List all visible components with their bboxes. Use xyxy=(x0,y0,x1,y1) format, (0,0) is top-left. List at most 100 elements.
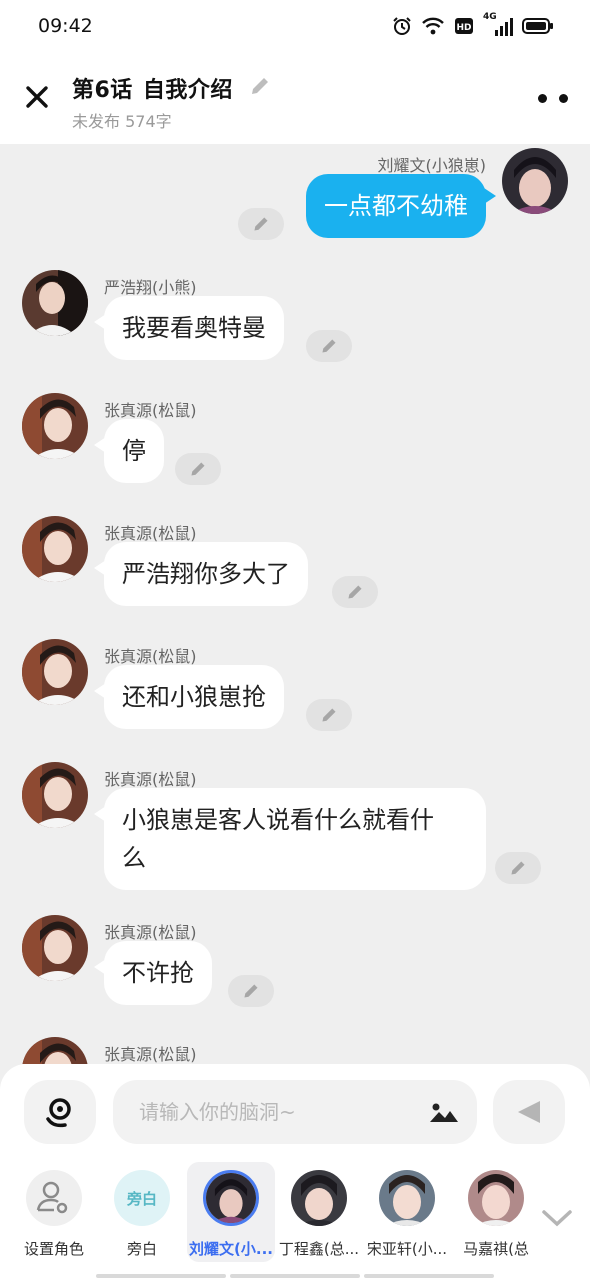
image-icon xyxy=(430,1103,458,1122)
edit-message-button[interactable] xyxy=(332,576,378,608)
portrait-image xyxy=(22,639,88,705)
portrait-image xyxy=(22,270,88,336)
chat-message: 张真源(松鼠) 小狼崽是客人说看什么就看什 么 xyxy=(0,762,590,912)
pencil-icon xyxy=(251,78,268,94)
edit-message-button[interactable] xyxy=(228,975,274,1007)
avatar[interactable] xyxy=(22,393,88,459)
portrait-image xyxy=(22,1037,88,1064)
image-button[interactable] xyxy=(428,1100,460,1124)
portrait-image xyxy=(291,1170,347,1226)
role-selector: 设置角色 旁白 旁白 刘耀文(小... 丁程鑫(总... 宋亚轩(小... 马嘉… xyxy=(0,1162,590,1272)
avatar[interactable] xyxy=(22,915,88,981)
portrait-image xyxy=(206,1173,256,1223)
scroll-segment xyxy=(96,1274,226,1278)
portrait-image xyxy=(379,1170,435,1226)
hd-icon: HD xyxy=(455,18,473,34)
portrait-image xyxy=(468,1170,524,1226)
avatar[interactable] xyxy=(502,148,568,214)
edit-message-button[interactable] xyxy=(175,453,221,485)
avatar[interactable] xyxy=(22,639,88,705)
avatar[interactable] xyxy=(22,1037,88,1064)
portrait-image xyxy=(502,148,568,214)
role-item-narrator[interactable]: 旁白 旁白 xyxy=(98,1162,186,1262)
avatar[interactable] xyxy=(22,270,88,336)
role-avatar xyxy=(26,1170,82,1226)
message-text: 我要看奥特曼 xyxy=(122,314,266,342)
pencil-icon xyxy=(348,585,362,599)
role-label: 刘耀文(小... xyxy=(189,1240,273,1258)
role-label: 宋亚轩(小... xyxy=(366,1240,448,1258)
title-row: 第6话 自我介绍 xyxy=(72,72,271,104)
message-bubble[interactable]: 还和小狼崽抢 xyxy=(94,665,284,729)
avatar[interactable] xyxy=(22,516,88,582)
speaker-name: 张真源(松鼠) xyxy=(104,923,197,942)
signal-4g-icon: 4G xyxy=(483,12,513,36)
pencil-icon xyxy=(254,217,268,231)
edit-message-button[interactable] xyxy=(495,852,541,884)
message-bubble[interactable]: 我要看奥特曼 xyxy=(94,296,284,360)
role-item-liu-yaowen[interactable]: 刘耀文(小... xyxy=(187,1162,275,1262)
message-bubble[interactable]: 严浩翔你多大了 xyxy=(94,542,308,606)
role-label: 旁白 xyxy=(126,1240,157,1258)
chevron-down-icon xyxy=(542,1210,572,1227)
wifi-icon xyxy=(422,17,444,35)
alarm-icon xyxy=(393,17,411,35)
more-dot-icon xyxy=(559,93,568,103)
role-label: 马嘉祺(总 xyxy=(463,1240,529,1258)
svg-text:HD: HD xyxy=(456,23,471,33)
message-bubble[interactable]: 停 xyxy=(94,419,164,483)
message-text: 一点都不幼稚 xyxy=(324,192,468,220)
status-bar: 09:42 HD 4G xyxy=(0,0,590,52)
more-options-button[interactable] xyxy=(538,88,568,108)
person-settings-icon xyxy=(36,1181,68,1214)
message-text: 严浩翔你多大了 xyxy=(122,560,290,588)
pencil-icon xyxy=(322,708,336,722)
role-item-ding-chengxin[interactable]: 丁程鑫(总... xyxy=(275,1162,363,1262)
scroll-segment xyxy=(364,1274,494,1278)
edit-message-button[interactable] xyxy=(306,699,352,731)
episode-status: 未发布 574字 xyxy=(72,112,172,131)
chat-message: 张真源(松鼠) 还和小狼崽抢 xyxy=(0,639,590,749)
network-type-label: 4G xyxy=(483,12,497,22)
status-time: 09:42 xyxy=(38,15,93,37)
edit-message-button[interactable] xyxy=(306,330,352,362)
role-scrollbar[interactable] xyxy=(96,1274,494,1280)
avatar[interactable] xyxy=(22,762,88,828)
message-text: 还和小狼崽抢 xyxy=(122,683,266,711)
speaker-name: 张真源(松鼠) xyxy=(104,1045,197,1064)
message-bubble[interactable]: 不许抢 xyxy=(94,941,212,1005)
chat-area[interactable]: 刘耀文(小狼崽) 一点都不幼稚 严浩翔(小熊) 我要看奥特曼 张真源(松鼠) 停 xyxy=(0,144,590,1064)
chat-message: 张真源(松鼠) xyxy=(0,1037,590,1064)
message-text: 停 xyxy=(122,437,146,465)
composer-panel: 设置角色 旁白 旁白 刘耀文(小... 丁程鑫(总... 宋亚轩(小... xyxy=(0,1064,590,1280)
role-avatar xyxy=(203,1170,259,1226)
pencil-icon xyxy=(244,984,258,998)
close-button[interactable] xyxy=(20,80,54,114)
collapse-roles-button[interactable] xyxy=(540,1206,574,1230)
voice-input-button[interactable] xyxy=(24,1080,96,1144)
role-item-settings[interactable]: 设置角色 xyxy=(10,1162,98,1262)
pencil-icon xyxy=(511,861,525,875)
role-avatar xyxy=(468,1170,524,1226)
chat-message: 刘耀文(小狼崽) 一点都不幼稚 xyxy=(0,144,590,254)
role-avatar xyxy=(291,1170,347,1226)
episode-title: 自我介绍 xyxy=(142,78,233,103)
speaker-name: 张真源(松鼠) xyxy=(104,647,197,666)
story-input[interactable] xyxy=(113,1080,477,1144)
status-icons: HD 4G xyxy=(392,12,554,36)
send-button[interactable] xyxy=(493,1080,565,1144)
message-bubble[interactable]: 小狼崽是客人说看什么就看什 么 xyxy=(94,788,486,890)
pencil-icon xyxy=(322,339,336,353)
edit-message-button[interactable] xyxy=(238,208,284,240)
close-icon xyxy=(26,86,48,108)
message-bubble[interactable]: 一点都不幼稚 xyxy=(306,174,496,238)
message-text: 么 xyxy=(122,844,146,872)
role-item-ma-jiaqi[interactable]: 马嘉祺(总 xyxy=(452,1162,540,1262)
role-item-song-yaxuan[interactable]: 宋亚轩(小... xyxy=(363,1162,451,1262)
scroll-segment xyxy=(230,1274,360,1278)
portrait-image xyxy=(22,516,88,582)
portrait-image xyxy=(22,915,88,981)
more-dot-icon xyxy=(538,93,547,103)
speaker-name: 张真源(松鼠) xyxy=(104,401,197,420)
edit-title-button[interactable] xyxy=(249,75,271,101)
